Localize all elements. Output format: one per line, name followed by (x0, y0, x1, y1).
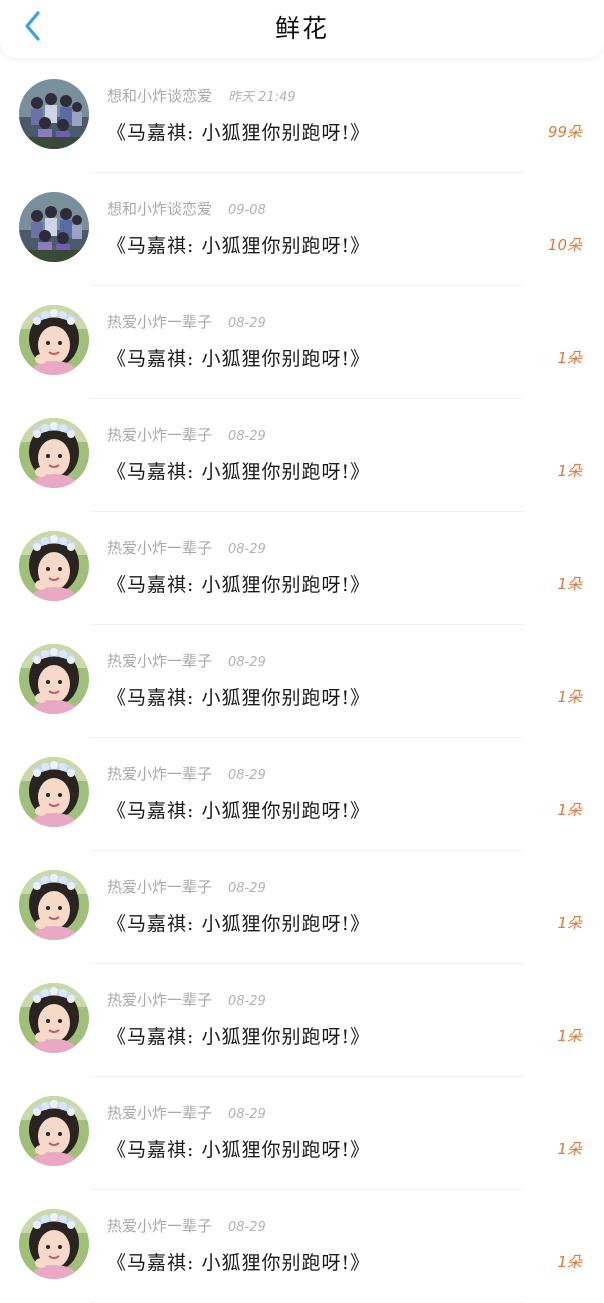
girl-portrait-avatar[interactable] (19, 418, 89, 488)
username: 想和小炸谈恋爱 (107, 87, 213, 105)
username: 热爱小炸一辈子 (107, 652, 213, 670)
row-meta: 热爱小炸一辈子 08-29 (107, 311, 266, 332)
page-title: 鲜花 (274, 14, 329, 43)
username: 热爱小炸一辈子 (107, 1217, 213, 1235)
list-item[interactable]: 热爱小炸一辈子 08-29 《马嘉祺: 小狐狸你别跑呀!》 1朵 (0, 738, 604, 851)
girl-portrait-avatar[interactable] (19, 644, 89, 714)
flower-list: 想和小炸谈恋爱 昨天 21:49 《马嘉祺: 小狐狸你别跑呀!》 99朵 想和小炸… (0, 60, 604, 1303)
message-text: 《马嘉祺: 小狐狸你别跑呀!》 (107, 913, 371, 935)
username: 热爱小炸一辈子 (107, 426, 213, 444)
username: 热爱小炸一辈子 (107, 539, 213, 557)
message-text: 《马嘉祺: 小狐狸你别跑呀!》 (107, 687, 371, 709)
list-item[interactable]: 想和小炸谈恋爱 昨天 21:49 《马嘉祺: 小狐狸你别跑呀!》 99朵 (0, 60, 604, 173)
row-meta: 热爱小炸一辈子 08-29 (107, 650, 266, 671)
timestamp: 08-29 (228, 994, 266, 1009)
list-item[interactable]: 热爱小炸一辈子 08-29 《马嘉祺: 小狐狸你别跑呀!》 1朵 (0, 512, 604, 625)
timestamp: 08-29 (228, 655, 266, 670)
flower-count: 10朵 (547, 236, 582, 254)
list-item[interactable]: 热爱小炸一辈子 08-29 《马嘉祺: 小狐狸你别跑呀!》 1朵 (0, 286, 604, 399)
row-meta: 热爱小炸一辈子 08-29 (107, 1102, 266, 1123)
flower-count: 1朵 (557, 688, 582, 706)
timestamp: 08-29 (228, 768, 266, 783)
row-meta: 热爱小炸一辈子 08-29 (107, 1215, 266, 1236)
timestamp: 08-29 (228, 1220, 266, 1235)
timestamp: 08-29 (228, 316, 266, 331)
message-text: 《马嘉祺: 小狐狸你别跑呀!》 (107, 348, 371, 370)
timestamp: 08-29 (228, 429, 266, 444)
timestamp: 09-08 (228, 203, 266, 218)
row-meta: 热爱小炸一辈子 08-29 (107, 876, 266, 897)
username: 热爱小炸一辈子 (107, 1104, 213, 1122)
flower-count: 1朵 (557, 801, 582, 819)
timestamp: 08-29 (228, 542, 266, 557)
message-text: 《马嘉祺: 小狐狸你别跑呀!》 (107, 461, 371, 483)
flower-count: 1朵 (557, 349, 582, 367)
row-meta: 热爱小炸一辈子 08-29 (107, 989, 266, 1010)
list-item[interactable]: 热爱小炸一辈子 08-29 《马嘉祺: 小狐狸你别跑呀!》 1朵 (0, 1077, 604, 1190)
message-text: 《马嘉祺: 小狐狸你别跑呀!》 (107, 1026, 371, 1048)
username: 热爱小炸一辈子 (107, 878, 213, 896)
message-text: 《马嘉祺: 小狐狸你别跑呀!》 (107, 235, 371, 257)
flower-count: 99朵 (547, 123, 582, 141)
timestamp: 08-29 (228, 881, 266, 896)
username: 热爱小炸一辈子 (107, 765, 213, 783)
message-text: 《马嘉祺: 小狐狸你别跑呀!》 (107, 1252, 371, 1274)
girl-portrait-avatar[interactable] (19, 1209, 89, 1279)
list-item[interactable]: 想和小炸谈恋爱 09-08 《马嘉祺: 小狐狸你别跑呀!》 10朵 (0, 173, 604, 286)
girl-portrait-avatar[interactable] (19, 983, 89, 1053)
flower-count: 1朵 (557, 1027, 582, 1045)
row-meta: 想和小炸谈恋爱 09-08 (107, 198, 266, 219)
girl-portrait-avatar[interactable] (19, 757, 89, 827)
row-meta: 热爱小炸一辈子 08-29 (107, 537, 266, 558)
timestamp: 昨天 21:49 (228, 90, 296, 105)
top-bar: 鲜花 (0, 0, 604, 58)
group-photo-avatar[interactable] (19, 192, 89, 262)
flower-count: 1朵 (557, 575, 582, 593)
list-item[interactable]: 热爱小炸一辈子 08-29 《马嘉祺: 小狐狸你别跑呀!》 1朵 (0, 964, 604, 1077)
flower-count: 1朵 (557, 1140, 582, 1158)
flower-count: 1朵 (557, 1253, 582, 1271)
username: 热爱小炸一辈子 (107, 313, 213, 331)
message-text: 《马嘉祺: 小狐狸你别跑呀!》 (107, 122, 371, 144)
row-meta: 热爱小炸一辈子 08-29 (107, 424, 266, 445)
girl-portrait-avatar[interactable] (19, 870, 89, 940)
timestamp: 08-29 (228, 1107, 266, 1122)
list-item[interactable]: 热爱小炸一辈子 08-29 《马嘉祺: 小狐狸你别跑呀!》 1朵 (0, 1190, 604, 1303)
list-item[interactable]: 热爱小炸一辈子 08-29 《马嘉祺: 小狐狸你别跑呀!》 1朵 (0, 625, 604, 738)
row-meta: 热爱小炸一辈子 08-29 (107, 763, 266, 784)
girl-portrait-avatar[interactable] (19, 1096, 89, 1166)
girl-portrait-avatar[interactable] (19, 531, 89, 601)
message-text: 《马嘉祺: 小狐狸你别跑呀!》 (107, 800, 371, 822)
group-photo-avatar[interactable] (19, 79, 89, 149)
flower-count: 1朵 (557, 462, 582, 480)
username: 热爱小炸一辈子 (107, 991, 213, 1009)
username: 想和小炸谈恋爱 (107, 200, 213, 218)
girl-portrait-avatar[interactable] (19, 305, 89, 375)
message-text: 《马嘉祺: 小狐狸你别跑呀!》 (107, 574, 371, 596)
list-item[interactable]: 热爱小炸一辈子 08-29 《马嘉祺: 小狐狸你别跑呀!》 1朵 (0, 851, 604, 964)
list-item[interactable]: 热爱小炸一辈子 08-29 《马嘉祺: 小狐狸你别跑呀!》 1朵 (0, 399, 604, 512)
flower-count: 1朵 (557, 914, 582, 932)
row-meta: 想和小炸谈恋爱 昨天 21:49 (107, 85, 296, 106)
message-text: 《马嘉祺: 小狐狸你别跑呀!》 (107, 1139, 371, 1161)
